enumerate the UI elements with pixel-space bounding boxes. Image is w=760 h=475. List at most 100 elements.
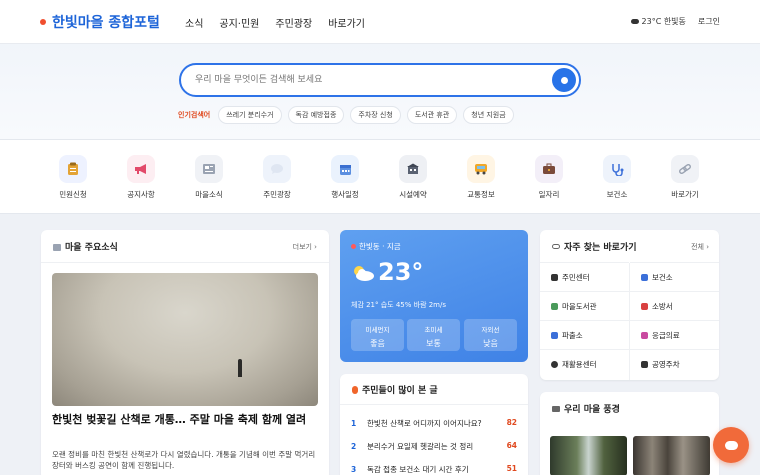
quick-item-events[interactable]: 행사일정 [315,155,375,200]
nav-item-notice[interactable]: 공지·민원 [219,15,259,30]
popular-post-row[interactable]: 2 분리수거 요일제 헷갈리는 것 정리 64 [351,441,517,452]
quick-item-label: 시설예약 [399,190,427,199]
shortcut-label: 응급의료 [652,330,680,340]
news-card: 마을 주요소식 더보기 › 한빛천 벚꽃길 산책로 개통… 주말 마을 축제 함… [41,230,329,475]
news-title-text: 마을 주요소식 [65,243,118,253]
sun-cloud-icon [354,266,374,281]
hospital-icon [641,331,648,339]
quick-item-jobs[interactable]: 일자리 [519,155,579,200]
weather-box-value: 좋음 [370,339,385,348]
shortcut-item[interactable]: 응급의료 [630,320,719,349]
quick-item-label: 일자리 [538,190,560,199]
shortcuts-title-text: 자주 찾는 바로가기 [564,243,637,253]
location-pin-icon [351,244,356,249]
chat-fab-button[interactable] [713,427,749,463]
login-link[interactable]: 로그인 [698,16,720,27]
weather-box-label: 자외선 [481,326,500,334]
popular-tag[interactable]: 도서관 휴관 [406,106,458,124]
quick-item-label: 보건소 [606,190,628,199]
quick-item-label: 마을소식 [195,190,223,199]
popular-post-row[interactable]: 1 한빛천 산책로 어디까지 이어지나요? 82 [351,418,517,429]
news-card-title: 마을 주요소식 [53,240,118,253]
post-count: 51 [506,464,517,473]
weather-location: 한빛동 · 지금 [351,241,401,252]
scenery-photo[interactable] [633,436,710,475]
weather-box-uv: 자외선 낮음 [464,319,517,351]
search-button[interactable] [552,68,576,92]
weather-location-text: 한빛동 · 지금 [359,242,401,251]
shortcuts-card: 자주 찾는 바로가기 전체 › 주민센터 보건소 마을도서관 소방서 파출소 응… [540,230,719,380]
shortcuts-card-title: 자주 찾는 바로가기 [552,240,637,253]
top-header: 한빛마을 종합포털 소식 공지·민원 주민광장 바로가기 23°C 한빛동 로그… [0,0,760,44]
site-logo[interactable]: 한빛마을 종합포털 [40,12,160,32]
weather-temperature: 23° [378,258,424,286]
quick-item-news[interactable]: 마을소식 [179,155,239,200]
weather-box-finedust: 초미세 보통 [407,319,460,351]
search-input[interactable] [195,72,535,88]
scenery-photo[interactable] [550,436,627,475]
fire-truck-icon [641,302,648,310]
shortcut-item[interactable]: 재활용센터 [540,349,629,378]
shortcut-item[interactable]: 공영주차 [630,349,719,378]
shortcut-label: 주민센터 [562,272,590,282]
post-rank: 2 [351,442,357,451]
fire-icon [352,386,358,394]
shortcut-label: 소방서 [652,301,673,311]
weather-card: 한빛동 · 지금 23° 체감 21° 습도 45% 바람 2m/s 미세먼지 … [340,230,528,362]
weather-box-value: 낮음 [483,339,498,348]
chat-bubble-icon [263,155,291,183]
shortcut-item[interactable]: 마을도서관 [540,291,629,320]
shortcuts-more-link[interactable]: 전체 › [691,242,709,252]
quick-item-facility[interactable]: 시설예약 [383,155,443,200]
clipboard-icon [59,155,87,183]
shortcut-label: 보건소 [652,272,673,282]
camera-icon [552,406,560,412]
header-right: 23°C 한빛동 로그인 [630,16,720,27]
quick-item-label: 바로가기 [671,190,699,199]
shortcut-label: 공영주차 [652,359,680,369]
quick-item-label: 민원신청 [59,190,87,199]
popular-tag[interactable]: 쓰레기 분리수거 [218,106,282,124]
header-weather-text: 23°C 한빛동 [641,17,686,26]
quick-item-label: 공지사항 [127,190,155,199]
divider [41,262,329,263]
briefcase-icon [535,155,563,183]
quick-item-health[interactable]: 보건소 [587,155,647,200]
stethoscope-icon [603,155,631,183]
news-more-link[interactable]: 더보기 › [293,242,317,252]
shortcut-item[interactable]: 소방서 [630,291,719,320]
quick-item-civil[interactable]: 민원신청 [43,155,103,200]
shortcut-item[interactable]: 주민센터 [540,262,629,291]
popular-search-tags: 인기검색어 쓰레기 분리수거 독감 예방접종 주차장 신청 도서관 휴관 청년 … [178,106,514,124]
popular-tag[interactable]: 독감 예방접종 [287,106,345,124]
quick-item-notice[interactable]: 공지사항 [111,155,171,200]
quick-item-links[interactable]: 바로가기 [655,155,715,200]
nav-item-plaza[interactable]: 주민광장 [275,15,312,30]
shortcut-item[interactable]: 보건소 [630,262,719,291]
nav-item-shortcuts[interactable]: 바로가기 [328,15,365,30]
post-rank: 3 [351,465,357,474]
shortcut-item[interactable]: 파출소 [540,320,629,349]
divider [340,404,528,405]
popular-post-row[interactable]: 3 독감 접종 보건소 대기 시간 후기 51 [351,464,517,475]
parking-icon [641,360,648,368]
logo-dot-icon [40,19,46,25]
weather-detail: 체감 21° 습도 45% 바람 2m/s [351,301,447,309]
shortcut-label: 파출소 [562,330,583,340]
post-title: 독감 접종 보건소 대기 시간 후기 [367,465,469,474]
nav-item-news[interactable]: 소식 [185,15,203,30]
post-count: 64 [506,441,517,450]
popular-tag[interactable]: 주차장 신청 [350,106,401,124]
building-icon [399,155,427,183]
news-image[interactable] [52,273,318,406]
news-headline[interactable]: 한빛천 벚꽃길 산책로 개통… 주말 마을 축제 함께 열려 [52,412,318,428]
books-icon [551,302,558,310]
chat-icon [724,440,738,450]
weather-box-label: 초미세 [424,326,443,334]
quick-item-label: 교통정보 [467,190,495,199]
search-bar [179,63,581,97]
weather-box-label: 미세먼지 [365,326,390,334]
quick-item-plaza[interactable]: 주민광장 [247,155,307,200]
popular-tag[interactable]: 청년 지원금 [463,106,514,124]
quick-item-traffic[interactable]: 교통정보 [451,155,511,200]
